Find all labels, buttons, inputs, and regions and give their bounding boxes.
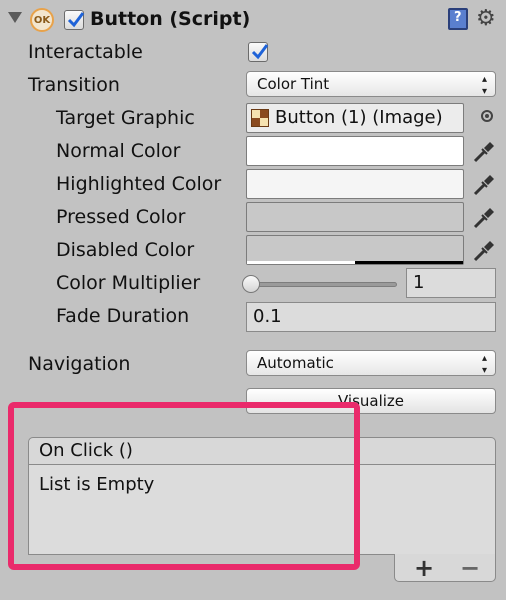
transition-label: Transition xyxy=(28,74,120,96)
on-click-header: On Click () xyxy=(28,437,496,465)
target-graphic-label: Target Graphic xyxy=(56,107,195,129)
empty-list-text: List is Empty xyxy=(39,474,155,495)
foldout-arrow-icon[interactable] xyxy=(8,12,22,23)
component-enabled-checkbox[interactable] xyxy=(64,10,85,30)
disabled-color-label: Disabled Color xyxy=(56,239,195,261)
interactable-label: Interactable xyxy=(28,41,143,63)
fade-duration-label: Fade Duration xyxy=(56,305,190,327)
color-multiplier-slider-thumb[interactable] xyxy=(242,275,260,293)
eyedropper-icon[interactable] xyxy=(472,237,496,263)
highlighted-color-swatch[interactable] xyxy=(246,169,464,199)
normal-color-label: Normal Color xyxy=(56,140,181,162)
fade-duration-input[interactable]: 0.1 xyxy=(246,302,496,332)
on-click-footer xyxy=(394,554,496,582)
color-multiplier-input[interactable]: 1 xyxy=(406,268,496,298)
component-title: Button (Script) xyxy=(90,8,251,30)
pressed-color-label: Pressed Color xyxy=(56,206,186,228)
pressed-color-swatch[interactable] xyxy=(246,202,464,232)
color-multiplier-label: Color Multiplier xyxy=(56,272,201,294)
eyedropper-icon[interactable] xyxy=(472,171,496,197)
navigation-value: Automatic xyxy=(257,354,334,372)
disabled-color-swatch[interactable] xyxy=(246,235,464,265)
alpha-bar-white xyxy=(247,261,355,264)
checkmark-icon xyxy=(251,44,269,60)
transition-dropdown[interactable]: Color Tint ▴ ▾ xyxy=(246,71,496,97)
color-multiplier-slider-track[interactable] xyxy=(252,282,397,287)
add-event-button[interactable]: + xyxy=(414,556,434,580)
transition-value: Color Tint xyxy=(257,75,330,93)
remove-event-button[interactable]: − xyxy=(460,556,480,580)
dropdown-arrows-icon: ▴ ▾ xyxy=(481,74,487,97)
on-click-list: List is Empty xyxy=(28,465,496,555)
visualize-button[interactable]: Visualize xyxy=(246,388,496,414)
help-book-icon[interactable] xyxy=(448,8,468,30)
image-thumbnail-icon xyxy=(251,109,269,127)
normal-color-swatch[interactable] xyxy=(246,136,464,166)
checkmark-icon xyxy=(67,12,85,28)
interactable-checkbox[interactable] xyxy=(248,42,269,62)
alpha-bar-black xyxy=(355,261,463,264)
navigation-dropdown[interactable]: Automatic ▴ ▾ xyxy=(246,350,496,376)
target-graphic-field[interactable]: Button (1) (Image) xyxy=(246,103,464,133)
eyedropper-icon[interactable] xyxy=(472,138,496,164)
ok-icon: OK xyxy=(30,8,54,32)
gear-icon[interactable]: ⚙ xyxy=(476,8,496,30)
navigation-label: Navigation xyxy=(28,353,131,375)
eyedropper-icon[interactable] xyxy=(472,204,496,230)
object-picker-icon[interactable] xyxy=(481,110,493,122)
dropdown-arrows-icon: ▴ ▾ xyxy=(481,353,487,376)
target-graphic-value: Button (1) (Image) xyxy=(275,107,443,128)
highlighted-color-label: Highlighted Color xyxy=(56,173,222,195)
